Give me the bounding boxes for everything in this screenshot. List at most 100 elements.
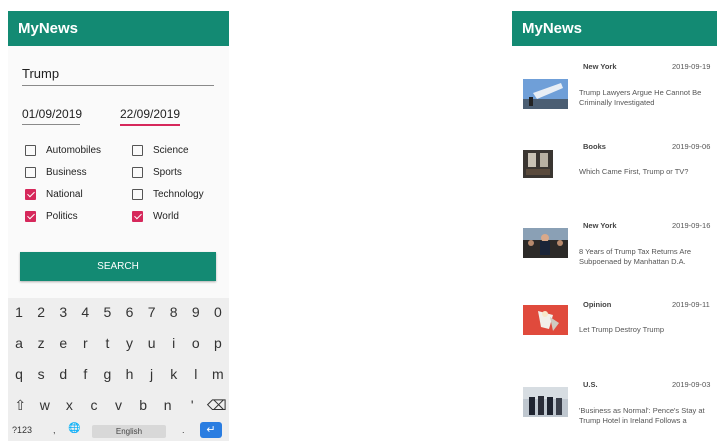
key-j[interactable]: j [141, 366, 163, 382]
space-key[interactable]: English [92, 425, 166, 438]
article-item[interactable]: U.S. 2019-09-03 'Business as Normal': Pe… [512, 375, 717, 441]
category-checkbox-automobiles[interactable]: Automobiles [25, 145, 101, 156]
key-e[interactable]: e [52, 335, 74, 351]
article-headline: Trump Lawyers Argue He Cannot Be Crimina… [579, 88, 702, 107]
article-date: 2019-09-06 [672, 142, 711, 151]
globe-key-icon[interactable]: 🌐 [68, 423, 80, 434]
category-checkbox-politics[interactable]: Politics [25, 211, 78, 222]
article-date: 2019-09-11 [672, 300, 710, 309]
key-0[interactable]: 0 [207, 304, 229, 320]
key-7[interactable]: 7 [141, 304, 163, 320]
checkbox-label: Technology [153, 189, 204, 200]
key-f[interactable]: f [74, 366, 96, 382]
key-c[interactable]: c [82, 397, 107, 414]
checkbox-icon [25, 145, 36, 156]
key-2[interactable]: 2 [30, 304, 52, 320]
category-checkbox-national[interactable]: National [25, 189, 83, 200]
keyboard-row-azerty-middle: q s d f g h j k l m [8, 366, 229, 382]
key-w[interactable]: w [33, 397, 58, 414]
article-item[interactable]: New York 2019-09-19 Trump Lawyers Argue … [512, 57, 717, 132]
key-v[interactable]: v [106, 397, 131, 414]
enter-key-icon[interactable]: ↵ [200, 422, 222, 438]
key-q[interactable]: q [8, 366, 30, 382]
article-item[interactable]: Books 2019-09-06 Which Came First, Trump… [512, 137, 717, 212]
backspace-key-icon[interactable]: ⌫ [205, 397, 230, 414]
article-item[interactable]: New York 2019-09-16 8 Years of Trump Tax… [512, 216, 717, 291]
article-section: New York [583, 62, 617, 71]
results-screen: MyNews New York 2019-09-19 Trump Lawyers… [512, 11, 717, 441]
article-date: 2019-09-03 [672, 380, 711, 389]
end-date-field[interactable]: 22/09/2019 [120, 107, 180, 126]
category-checkbox-sports[interactable]: Sports [132, 167, 182, 178]
checkbox-checked-icon [25, 211, 36, 222]
key-n[interactable]: n [155, 397, 180, 414]
keyboard-row-digits: 1 2 3 4 5 6 7 8 9 0 [8, 304, 229, 320]
app-bar: MyNews [512, 11, 717, 46]
key-apostrophe[interactable]: ' [180, 397, 205, 414]
checkbox-icon [25, 167, 36, 178]
search-screen: MyNews Trump 01/09/2019 22/09/2019 Autom… [8, 11, 229, 441]
key-m[interactable]: m [207, 366, 229, 382]
category-checkbox-technology[interactable]: Technology [132, 189, 204, 200]
begin-date-field[interactable]: 01/09/2019 [22, 107, 82, 125]
key-1[interactable]: 1 [8, 304, 30, 320]
app-title: MyNews [522, 20, 583, 37]
article-headline: Let Trump Destroy Trump [579, 325, 665, 334]
key-d[interactable]: d [52, 366, 74, 382]
comma-key[interactable]: , [53, 425, 56, 435]
checkbox-label: World [153, 211, 179, 222]
soft-keyboard: 1 2 3 4 5 6 7 8 9 0 a z e r t y u i o p … [8, 298, 229, 441]
room-thumbnail [523, 150, 553, 178]
shift-key-icon[interactable]: ⇧ [8, 397, 33, 414]
crowd-thumbnail [523, 228, 568, 258]
article-section: Opinion [583, 300, 612, 309]
search-button[interactable]: SEARCH [20, 252, 216, 281]
key-3[interactable]: 3 [52, 304, 74, 320]
checkbox-icon [132, 145, 143, 156]
key-k[interactable]: k [163, 366, 185, 382]
key-p[interactable]: p [207, 335, 229, 351]
article-date: 2019-09-16 [672, 221, 711, 230]
symbols-key[interactable]: ?123 [12, 425, 32, 435]
key-a[interactable]: a [8, 335, 30, 351]
article-headline: Which Came First, Trump or TV? [579, 167, 689, 176]
key-8[interactable]: 8 [163, 304, 185, 320]
key-b[interactable]: b [131, 397, 156, 414]
category-checkbox-world[interactable]: World [132, 211, 179, 222]
search-query-input[interactable]: Trump [22, 66, 214, 86]
article-item[interactable]: Opinion 2019-09-11 Let Trump Destroy Tru… [512, 295, 717, 370]
key-t[interactable]: t [96, 335, 118, 351]
key-4[interactable]: 4 [74, 304, 96, 320]
keyboard-row-azerty-bottom: ⇧ w x c v b n ' ⌫ [8, 397, 229, 414]
article-section: New York [583, 221, 617, 230]
checkbox-label: Politics [46, 211, 78, 222]
key-s[interactable]: s [30, 366, 52, 382]
category-checkbox-science[interactable]: Science [132, 145, 189, 156]
key-o[interactable]: o [185, 335, 207, 351]
key-l[interactable]: l [185, 366, 207, 382]
period-key[interactable]: . [182, 425, 185, 435]
key-9[interactable]: 9 [185, 304, 207, 320]
key-5[interactable]: 5 [96, 304, 118, 320]
category-checkbox-business[interactable]: Business [25, 167, 87, 178]
key-g[interactable]: g [96, 366, 118, 382]
key-i[interactable]: i [163, 335, 185, 351]
keyboard-row-azerty-top: a z e r t y u i o p [8, 335, 229, 351]
checkbox-checked-icon [132, 211, 143, 222]
key-u[interactable]: u [141, 335, 163, 351]
key-h[interactable]: h [118, 366, 140, 382]
key-6[interactable]: 6 [118, 304, 140, 320]
app-title: MyNews [18, 20, 79, 37]
checkbox-label: Business [46, 167, 87, 178]
illustration-thumbnail [523, 305, 568, 335]
article-section: U.S. [583, 380, 598, 389]
key-z[interactable]: z [30, 335, 52, 351]
checkbox-label: National [46, 189, 83, 200]
key-x[interactable]: x [57, 397, 82, 414]
article-section: Books [583, 142, 606, 151]
plane-thumbnail [523, 79, 568, 109]
key-y[interactable]: y [118, 335, 140, 351]
checkbox-label: Science [153, 145, 189, 156]
key-r[interactable]: r [74, 335, 96, 351]
checkbox-checked-icon [25, 189, 36, 200]
